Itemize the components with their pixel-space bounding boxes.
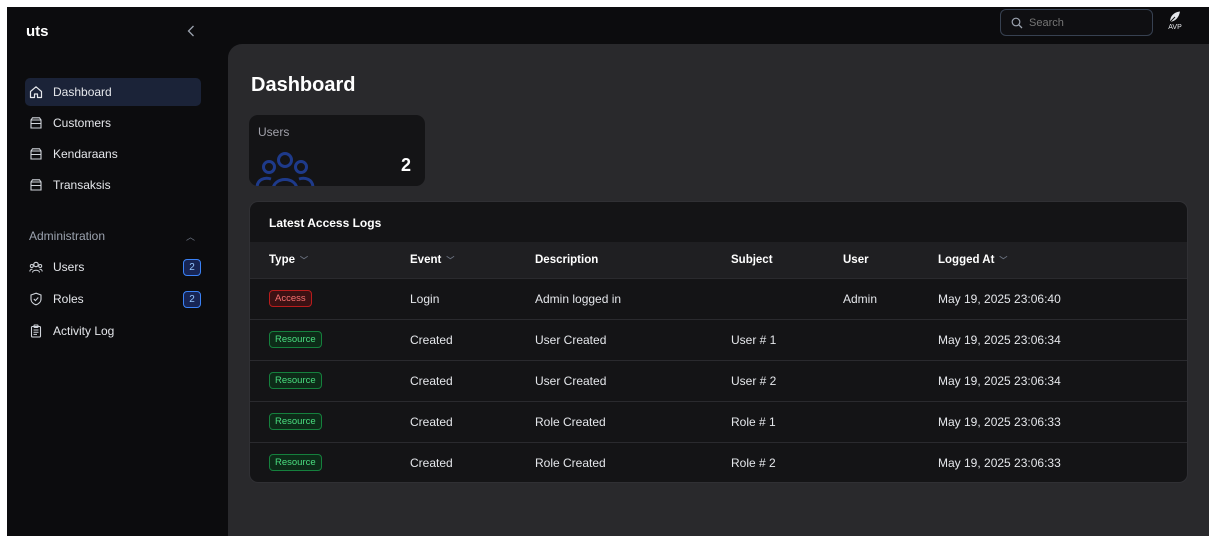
roles-count-badge: 2 [183,290,201,308]
administration-group-toggle[interactable]: Administration ︿ [29,229,201,243]
box-icon [29,116,43,130]
chevron-down-icon: ﹀ [999,255,1008,265]
description-cell: Role Created [535,414,606,429]
clipboard-icon [29,324,43,338]
access-logs-table: Type ﹀ Event ﹀ Description Subject User Lo… [250,242,1187,482]
event-cell: Created [410,373,453,388]
users-group-icon [255,152,315,186]
column-header-subject: Subject [731,242,843,278]
type-tag: Resource [269,454,322,472]
chevron-down-icon: ﹀ [446,255,455,265]
access-logs-card: Latest Access Logs Type ﹀ Event ﹀ Descript… [249,201,1188,483]
sidebar-item-label: Users [53,260,85,274]
column-header-event[interactable]: Event ﹀ [410,242,535,278]
home-icon [29,85,43,99]
logged-at-cell: May 19, 2025 23:06:33 [938,414,1061,429]
subject-cell: Role # 1 [731,414,776,429]
column-header-logged-at[interactable]: Logged At ﹀ [938,242,1187,278]
type-tag: Access [269,290,312,307]
page-title: Dashboard [251,74,356,96]
search-icon [1011,17,1023,28]
description-cell: User Created [535,373,607,388]
box-icon [29,147,43,161]
column-header-label: Description [535,253,599,266]
sidebar-item-label: Activity Log [53,324,115,338]
card-title: Latest Access Logs [269,216,382,230]
sidebar-item-label: Kendaraans [53,147,118,161]
event-cell: Created [410,414,453,429]
subject-cell: User # 2 [731,373,777,388]
table-row[interactable]: Access Login Admin logged in Admin May 1… [250,278,1187,319]
table-row[interactable]: Resource Created Role Created Role # 1 M… [250,401,1187,442]
type-tag: Resource [269,372,322,389]
table-row[interactable]: Resource Created User Created User # 1 M… [250,319,1187,360]
avatar-initials: AVP [1168,24,1182,31]
table-row[interactable]: Resource Created Role Created Role # 2 M… [250,442,1187,482]
sidebar: uts Dashboard Customers Kendaraans Trans… [7,7,226,536]
sidebar-item-label: Roles [53,292,84,306]
user-cell [843,401,938,442]
avatar-logo-icon [1169,11,1180,23]
type-tag: Resource [269,413,322,430]
sidebar-item-dashboard[interactable]: Dashboard [25,78,201,106]
event-cell: Login [410,291,440,306]
sidebar-item-kendaraans[interactable]: Kendaraans [25,140,201,168]
column-header-label: Logged At [938,253,995,266]
user-cell: Admin [843,291,878,306]
users-count-badge: 2 [183,258,201,276]
logged-at-cell: May 19, 2025 23:06:33 [938,455,1061,470]
user-cell [843,319,938,360]
users-stat-card[interactable]: Users 2 [249,115,425,186]
chevron-down-icon: ﹀ [300,255,308,265]
description-cell: Admin logged in [535,291,622,306]
main-nav: Dashboard Customers Kendaraans Transaksi… [25,78,201,202]
table-row[interactable]: Resource Created User Created User # 2 M… [250,360,1187,401]
group-label: Administration [29,229,106,243]
collapse-sidebar-button[interactable] [183,21,199,41]
search-input[interactable] [1029,16,1139,29]
sidebar-item-users[interactable]: Users 2 [25,253,201,281]
sidebar-item-label: Transaksis [53,178,111,192]
box-icon [29,178,43,192]
subject-cell [731,278,843,319]
sidebar-item-customers[interactable]: Customers [25,109,201,137]
description-cell: Role Created [535,455,606,470]
logged-at-cell: May 19, 2025 23:06:40 [938,291,1061,306]
logged-at-cell: May 19, 2025 23:06:34 [938,373,1061,388]
column-header-type[interactable]: Type ﹀ [250,242,410,278]
column-header-label: Event [410,253,442,266]
column-header-label: User [843,253,869,266]
users-icon [29,260,43,274]
column-header-user: User [843,242,938,278]
user-avatar[interactable]: AVP [1164,10,1186,34]
user-cell [843,442,938,482]
brand-logo[interactable]: uts [26,23,49,40]
admin-nav: Users 2 Roles 2 Activity Log [25,253,201,349]
sidebar-item-label: Customers [53,116,112,130]
user-cell [843,360,938,401]
sidebar-item-roles[interactable]: Roles 2 [25,285,201,313]
search-box[interactable] [1000,9,1153,36]
event-cell: Created [410,455,453,470]
column-header-description: Description [535,242,731,278]
table-header-row: Type ﹀ Event ﹀ Description Subject User Lo… [250,242,1187,278]
main-content: Dashboard Users 2 Latest Access Logs Typ… [228,44,1209,536]
chevron-left-icon [187,25,194,37]
shield-icon [29,292,43,306]
description-cell: User Created [535,332,607,347]
subject-cell: Role # 2 [731,455,776,470]
sidebar-item-label: Dashboard [53,85,112,99]
app-window: uts Dashboard Customers Kendaraans Trans… [7,7,1209,536]
stat-label: Users [258,125,290,139]
sidebar-item-activity-log[interactable]: Activity Log [25,317,201,345]
event-cell: Created [410,332,453,347]
sidebar-item-transaksis[interactable]: Transaksis [25,171,201,199]
stat-value: 2 [401,155,412,175]
type-tag: Resource [269,331,322,348]
column-header-label: Subject [731,253,773,266]
column-header-label: Type [269,253,295,266]
logged-at-cell: May 19, 2025 23:06:34 [938,332,1061,347]
subject-cell: User # 1 [731,332,777,347]
chevron-up-icon: ︿ [185,231,195,242]
